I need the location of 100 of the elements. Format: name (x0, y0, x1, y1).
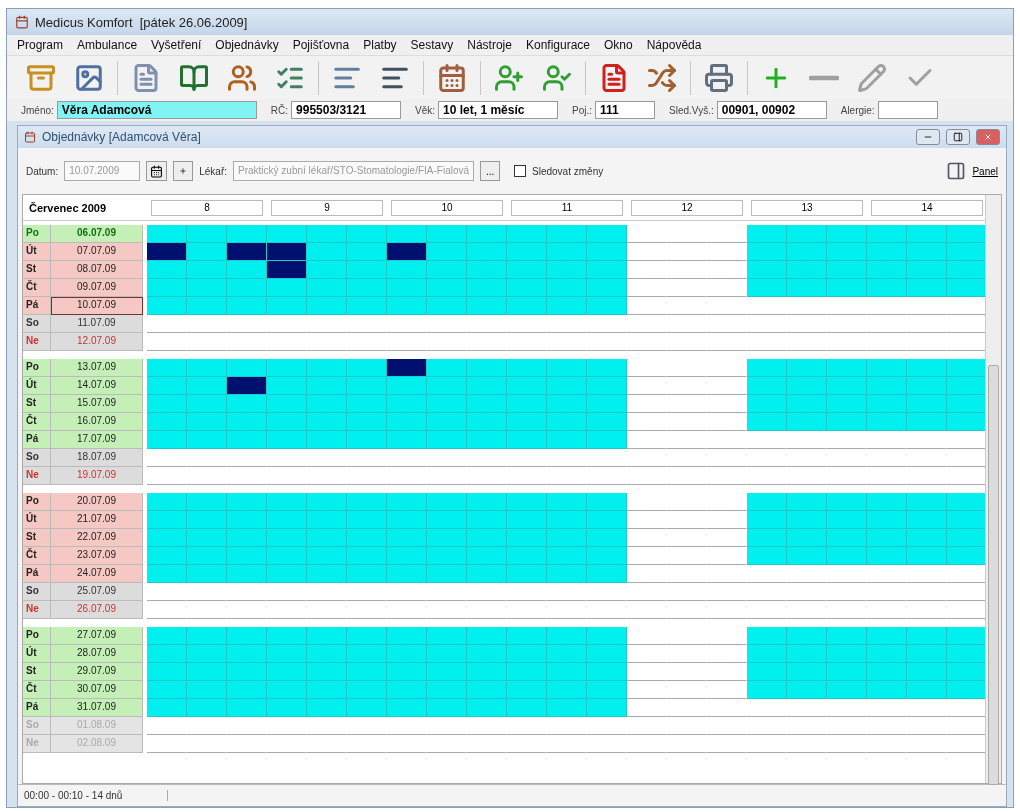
minimize-button[interactable] (916, 129, 940, 145)
date-cell[interactable]: 10.07.09 (51, 297, 143, 315)
free-slot[interactable] (507, 547, 547, 565)
date-cell[interactable]: 13.07.09 (51, 359, 143, 377)
free-slot[interactable] (587, 377, 627, 395)
free-slot[interactable] (387, 395, 427, 413)
free-slot[interactable] (267, 529, 307, 547)
free-slot[interactable] (587, 279, 627, 297)
date-cell[interactable]: 20.07.09 (51, 493, 143, 511)
scroll-thumb[interactable] (988, 365, 999, 785)
date-cell[interactable]: 08.07.09 (51, 261, 143, 279)
free-slot[interactable] (547, 565, 587, 583)
free-slot[interactable] (307, 377, 347, 395)
free-slot[interactable] (507, 377, 547, 395)
free-slot[interactable] (587, 547, 627, 565)
free-slot[interactable] (507, 681, 547, 699)
booked-slot[interactable] (227, 243, 267, 261)
free-slot[interactable] (467, 359, 507, 377)
free-slot[interactable] (147, 663, 187, 681)
free-slot[interactable] (747, 529, 787, 547)
free-slot[interactable] (427, 547, 467, 565)
free-slot[interactable] (787, 261, 827, 279)
free-slot[interactable] (267, 645, 307, 663)
free-slot[interactable] (507, 511, 547, 529)
free-slot[interactable] (547, 431, 587, 449)
free-slot[interactable] (347, 511, 387, 529)
free-slot[interactable] (467, 699, 507, 717)
free-slot[interactable] (947, 493, 987, 511)
restore-button[interactable] (946, 129, 970, 145)
free-slot[interactable] (547, 663, 587, 681)
free-slot[interactable] (187, 511, 227, 529)
free-slot[interactable] (587, 529, 627, 547)
free-slot[interactable] (387, 413, 427, 431)
free-slot[interactable] (307, 359, 347, 377)
free-slot[interactable] (827, 511, 867, 529)
free-slot[interactable] (347, 645, 387, 663)
free-slot[interactable] (507, 297, 547, 315)
free-slot[interactable] (427, 699, 467, 717)
free-slot[interactable] (267, 681, 307, 699)
date-cell[interactable]: 25.07.09 (51, 583, 143, 601)
free-slot[interactable] (867, 395, 907, 413)
free-slot[interactable] (867, 511, 907, 529)
date-cell[interactable]: 15.07.09 (51, 395, 143, 413)
free-slot[interactable] (307, 511, 347, 529)
free-slot[interactable] (907, 645, 947, 663)
date-cell[interactable]: 31.07.09 (51, 699, 143, 717)
free-slot[interactable] (507, 279, 547, 297)
free-slot[interactable] (827, 645, 867, 663)
free-slot[interactable] (587, 243, 627, 261)
free-slot[interactable] (547, 225, 587, 243)
free-slot[interactable] (587, 413, 627, 431)
free-slot[interactable] (187, 413, 227, 431)
free-slot[interactable] (827, 243, 867, 261)
patient-field[interactable] (877, 101, 938, 119)
booked-slot[interactable] (387, 243, 427, 261)
free-slot[interactable] (547, 297, 587, 315)
free-slot[interactable] (187, 699, 227, 717)
free-slot[interactable] (467, 413, 507, 431)
free-slot[interactable] (947, 511, 987, 529)
free-slot[interactable] (387, 529, 427, 547)
free-slot[interactable] (787, 663, 827, 681)
free-slot[interactable] (307, 297, 347, 315)
free-slot[interactable] (747, 663, 787, 681)
free-slot[interactable] (427, 431, 467, 449)
free-slot[interactable] (427, 627, 467, 645)
free-slot[interactable] (787, 359, 827, 377)
free-slot[interactable] (547, 493, 587, 511)
free-slot[interactable] (947, 243, 987, 261)
menu-item[interactable]: Nápověda (646, 38, 702, 52)
date-cell[interactable]: 16.07.09 (51, 413, 143, 431)
free-slot[interactable] (867, 279, 907, 297)
free-slot[interactable] (547, 377, 587, 395)
free-slot[interactable] (467, 225, 507, 243)
free-slot[interactable] (827, 663, 867, 681)
free-slot[interactable] (267, 413, 307, 431)
free-slot[interactable] (307, 431, 347, 449)
free-slot[interactable] (587, 225, 627, 243)
free-slot[interactable] (187, 493, 227, 511)
free-slot[interactable] (227, 529, 267, 547)
free-slot[interactable] (347, 699, 387, 717)
free-slot[interactable] (467, 261, 507, 279)
free-slot[interactable] (307, 413, 347, 431)
scrollbar[interactable] (985, 195, 1001, 783)
date-cell[interactable]: 24.07.09 (51, 565, 143, 583)
booked-slot[interactable] (147, 243, 187, 261)
free-slot[interactable] (547, 243, 587, 261)
free-slot[interactable] (347, 547, 387, 565)
free-slot[interactable] (867, 529, 907, 547)
free-slot[interactable] (827, 529, 867, 547)
free-slot[interactable] (587, 359, 627, 377)
menu-item[interactable]: Konfigurace (525, 38, 590, 52)
free-slot[interactable] (547, 279, 587, 297)
free-slot[interactable] (587, 699, 627, 717)
free-slot[interactable] (827, 395, 867, 413)
free-slot[interactable] (507, 699, 547, 717)
free-slot[interactable] (227, 493, 267, 511)
free-slot[interactable] (547, 359, 587, 377)
free-slot[interactable] (147, 297, 187, 315)
booked-slot[interactable] (267, 261, 307, 279)
free-slot[interactable] (387, 627, 427, 645)
